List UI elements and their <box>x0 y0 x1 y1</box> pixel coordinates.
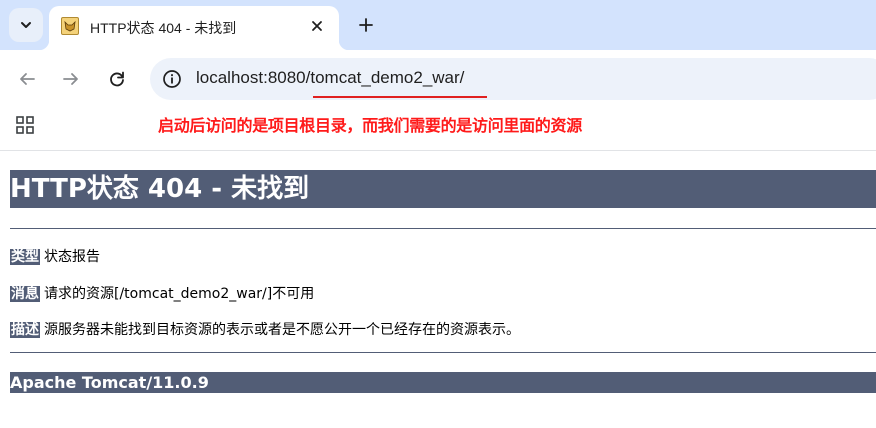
browser-tab[interactable]: HTTP状态 404 - 未找到 <box>39 6 349 50</box>
description-label: 描述 <box>10 322 40 338</box>
message-row: 消息 请求的资源[/tomcat_demo2_war/]不可用 <box>10 283 314 303</box>
reload-icon <box>110 71 124 87</box>
type-row: 类型 状态报告 <box>10 246 100 266</box>
info-icon[interactable] <box>162 69 182 89</box>
back-arrow-icon <box>20 73 35 85</box>
message-value: 请求的资源[/tomcat_demo2_war/]不可用 <box>44 286 315 302</box>
close-tab-button[interactable] <box>307 16 327 36</box>
server-footer: Apache Tomcat/11.0.9 <box>10 372 876 393</box>
divider <box>10 228 876 229</box>
tab-search-button[interactable] <box>9 8 43 42</box>
url-host: localhost:8080 <box>196 68 306 87</box>
tab-title: HTTP状态 404 - 未找到 <box>90 20 237 36</box>
divider <box>10 352 876 353</box>
tomcat-favicon-icon <box>61 17 79 35</box>
type-label: 类型 <box>10 249 40 265</box>
forward-button[interactable] <box>56 64 86 94</box>
reload-button[interactable] <box>102 64 132 94</box>
type-value: 状态报告 <box>44 249 100 265</box>
content-divider <box>0 150 876 151</box>
error-heading: HTTP状态 404 - 未找到 <box>10 170 876 208</box>
description-value: 源服务器未能找到目标资源的表示或者是不愿公开一个已经存在的资源表示。 <box>44 322 520 338</box>
annotation-text: 启动后访问的是项目根目录，而我们需要的是访问里面的资源 <box>158 116 582 135</box>
url-text[interactable]: localhost:8080/tomcat_demo2_war/ <box>196 68 464 88</box>
tab-strip: HTTP状态 404 - 未找到 <box>0 0 876 50</box>
description-row: 描述 源服务器未能找到目标资源的表示或者是不愿公开一个已经存在的资源表示。 <box>10 319 520 339</box>
browser-toolbar: localhost:8080/tomcat_demo2_war/ <box>0 50 876 108</box>
apps-grid-icon[interactable] <box>16 116 34 134</box>
address-bar[interactable]: localhost:8080/tomcat_demo2_war/ <box>150 58 876 100</box>
close-icon <box>312 21 322 31</box>
forward-arrow-icon <box>63 73 78 85</box>
plus-icon <box>359 18 373 32</box>
new-tab-button[interactable] <box>353 12 379 38</box>
url-path: /tomcat_demo2_war/ <box>305 68 465 87</box>
message-label: 消息 <box>10 286 40 302</box>
annotation-underline <box>313 96 487 98</box>
back-button[interactable] <box>12 64 42 94</box>
chevron-down-icon <box>21 22 31 28</box>
